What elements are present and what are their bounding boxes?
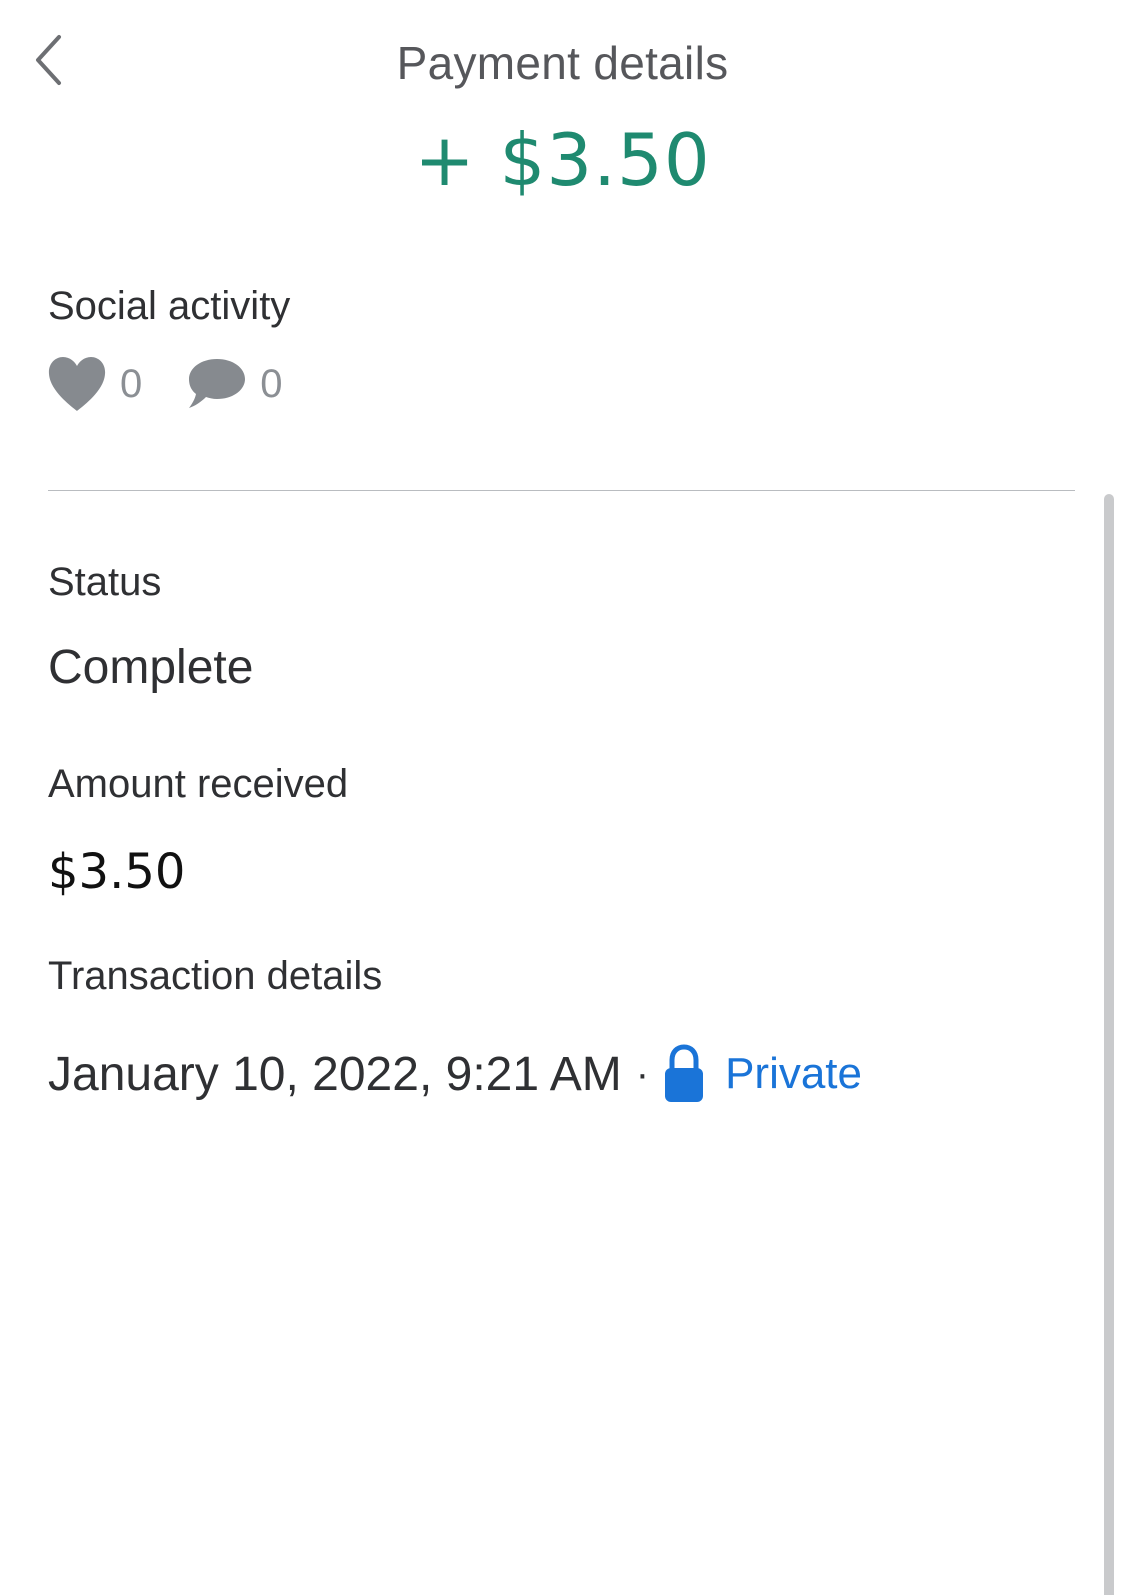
- lock-icon: [663, 1044, 705, 1104]
- status-label: Status: [48, 560, 162, 604]
- page-title: Payment details: [396, 37, 729, 89]
- scrollbar[interactable]: [1104, 494, 1114, 1595]
- privacy-link[interactable]: Private: [725, 1049, 862, 1099]
- transaction-details-label: Transaction details: [48, 954, 383, 998]
- comments-count: 0: [260, 361, 283, 406]
- transaction-datetime: January 10, 2022, 9:21 AM: [48, 1047, 622, 1101]
- transaction-details-row: January 10, 2022, 9:21 AM · Private: [48, 1042, 862, 1106]
- heart-icon: [48, 357, 106, 411]
- section-divider: [48, 490, 1075, 491]
- separator-dot: ·: [635, 1051, 650, 1096]
- likes-count: 0: [120, 361, 143, 406]
- comment-button[interactable]: 0: [188, 357, 283, 411]
- comment-bubble-icon: [189, 359, 246, 408]
- amount-received-label: Amount received: [48, 762, 349, 806]
- social-activity-row: 0 0: [48, 354, 329, 414]
- social-activity-label: Social activity: [48, 284, 291, 328]
- status-value: Complete: [48, 641, 254, 694]
- payment-amount: + $3.50: [414, 118, 711, 202]
- amount-received-value: $3.50: [48, 844, 186, 900]
- like-button[interactable]: 0: [48, 356, 142, 412]
